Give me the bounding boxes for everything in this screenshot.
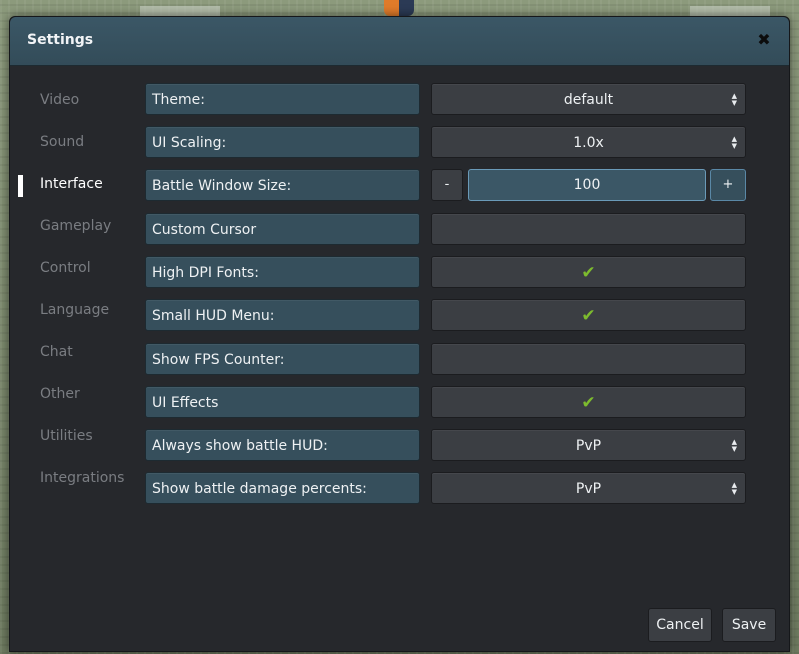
select-arrows-icon: ▲ ▼ xyxy=(731,135,737,150)
increment-button[interactable]: + xyxy=(710,169,746,201)
sidebar-item-interface[interactable]: Interface xyxy=(40,172,103,196)
ui-effects-label: UI Effects xyxy=(145,386,420,418)
select-arrows-icon: ▲ ▼ xyxy=(731,438,737,453)
theme-select[interactable]: default ▲ ▼ xyxy=(431,83,746,115)
settings-sidebar: Video Sound Interface Gameplay Control L… xyxy=(10,66,144,651)
custom-cursor-label: Custom Cursor xyxy=(145,213,420,245)
theme-value: default xyxy=(563,92,614,108)
always-show-battle-hud-label: Always show battle HUD: xyxy=(145,429,420,461)
sidebar-item-chat[interactable]: Chat xyxy=(40,340,73,364)
ui-effects-toggle[interactable]: ✔ xyxy=(431,386,746,418)
window-title: Settings xyxy=(27,32,94,48)
sidebar-item-language[interactable]: Language xyxy=(40,298,109,322)
checkmark-icon: ✔ xyxy=(581,263,596,283)
settings-body: Video Sound Interface Gameplay Control L… xyxy=(10,66,789,651)
show-battle-damage-percents-select[interactable]: PvP ▲ ▼ xyxy=(431,472,746,504)
background-tile xyxy=(140,6,220,16)
high-dpi-fonts-toggle[interactable]: ✔ xyxy=(431,256,746,288)
settings-window: Settings ✖ Video Sound Interface Gamepla… xyxy=(9,16,790,652)
custom-cursor-toggle[interactable] xyxy=(431,213,746,245)
active-tab-marker xyxy=(18,175,23,197)
small-hud-menu-label: Small HUD Menu: xyxy=(145,299,420,331)
checkmark-icon: ✔ xyxy=(581,393,596,413)
ui-scaling-label: UI Scaling: xyxy=(145,126,420,158)
ui-scaling-select[interactable]: 1.0x ▲ ▼ xyxy=(431,126,746,158)
title-bar[interactable]: Settings ✖ xyxy=(10,17,789,66)
show-battle-damage-percents-value: PvP xyxy=(575,481,602,497)
show-fps-counter-toggle[interactable] xyxy=(431,343,746,375)
high-dpi-fonts-label: High DPI Fonts: xyxy=(145,256,420,288)
sidebar-item-video[interactable]: Video xyxy=(40,88,79,112)
sidebar-item-gameplay[interactable]: Gameplay xyxy=(40,214,111,238)
cancel-button[interactable]: Cancel xyxy=(648,608,712,642)
ui-scaling-value: 1.0x xyxy=(573,135,604,151)
character-sprite xyxy=(384,0,414,16)
sidebar-item-sound[interactable]: Sound xyxy=(40,130,84,154)
show-fps-counter-label: Show FPS Counter: xyxy=(145,343,420,375)
close-icon[interactable]: ✖ xyxy=(755,31,773,49)
always-show-battle-hud-select[interactable]: PvP ▲ ▼ xyxy=(431,429,746,461)
sidebar-item-other[interactable]: Other xyxy=(40,382,80,406)
sidebar-item-utilities[interactable]: Utilities xyxy=(40,424,93,448)
always-show-battle-hud-value: PvP xyxy=(575,438,602,454)
theme-label: Theme: xyxy=(145,83,420,115)
decrement-button[interactable]: - xyxy=(431,169,463,201)
select-arrows-icon: ▲ ▼ xyxy=(731,92,737,107)
battle-window-size-input[interactable]: 100 xyxy=(468,169,706,201)
sidebar-item-control[interactable]: Control xyxy=(40,256,91,280)
checkmark-icon: ✔ xyxy=(581,306,596,326)
select-arrows-icon: ▲ ▼ xyxy=(731,481,737,496)
save-button[interactable]: Save xyxy=(722,608,776,642)
background-tile xyxy=(690,6,770,16)
battle-window-size-label: Battle Window Size: xyxy=(145,169,420,201)
show-battle-damage-percents-label: Show battle damage percents: xyxy=(145,472,420,504)
small-hud-menu-toggle[interactable]: ✔ xyxy=(431,299,746,331)
sidebar-item-integrations[interactable]: Integrations xyxy=(40,466,124,490)
